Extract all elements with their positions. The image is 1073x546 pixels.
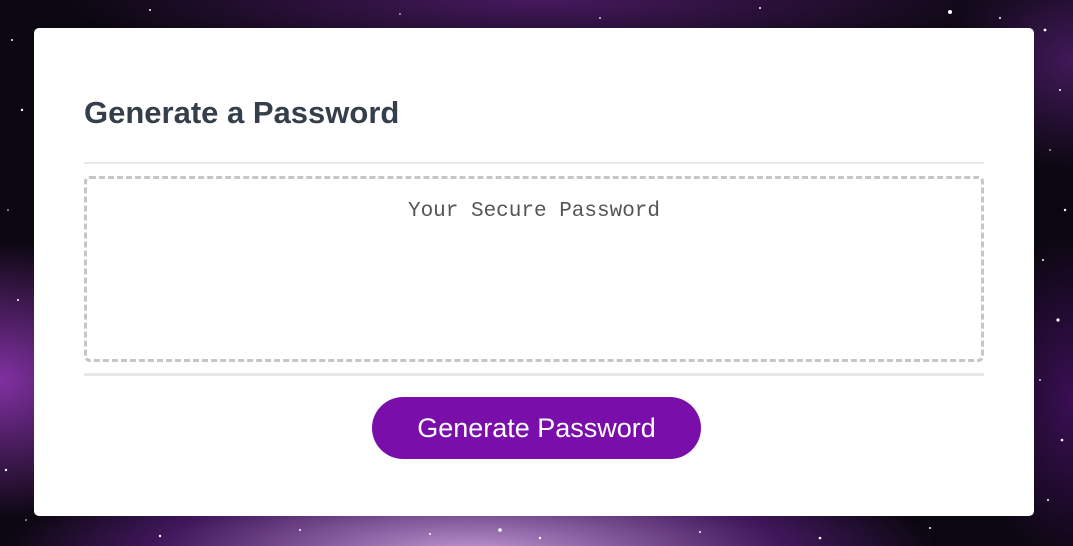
- password-output-field[interactable]: [84, 176, 984, 362]
- generate-password-button[interactable]: Generate Password: [372, 397, 701, 459]
- password-generator-card: Generate a Password Generate Password: [34, 28, 1034, 516]
- card-body: [84, 176, 984, 362]
- card-header: Generate a Password: [84, 28, 984, 164]
- card-title: Generate a Password: [84, 95, 400, 130]
- card-footer-divider: [84, 373, 984, 376]
